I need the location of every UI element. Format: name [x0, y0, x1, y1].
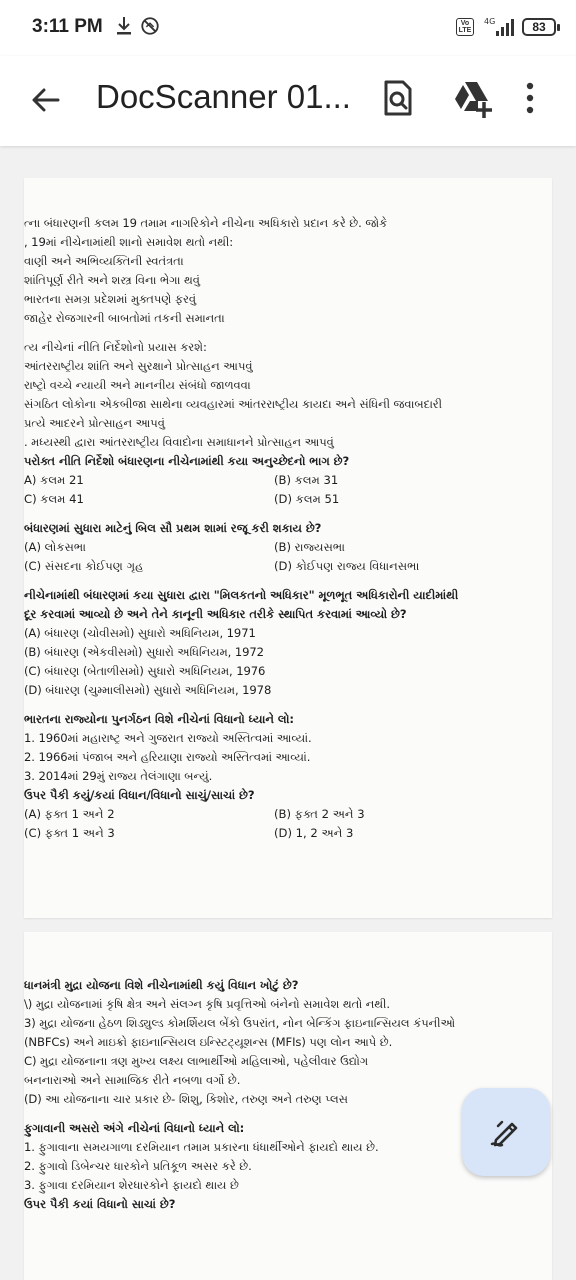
question-text: ધાનમંત્રી મુદ્રા યોજના વિશે નીચેનામાંથી … — [24, 978, 299, 992]
text-line: (NBFCs) અને માઇક્રો ફાઇનાન્સિયલ ઇન્સ્ટિટ… — [24, 1035, 393, 1049]
text-line: ભારતના સમગ્ર પ્રદેશમાં મુક્તપણે ફરવું — [24, 292, 197, 306]
question-text: બંધારણમાં સુધારા માટેનું બિલ સૌ પ્રથમ શા… — [24, 521, 322, 535]
google-drive-add-icon[interactable] — [450, 76, 494, 120]
question-text: પરોક્ત નીતિ નિર્દેશો બંધારણના નીચેનામાંથ… — [24, 454, 350, 468]
text-line: 1. 1960માં મહારાષ્ટ્ર અને ગુજરાત રાજ્યો … — [24, 731, 312, 745]
option: (A) લોકસભા — [24, 540, 87, 554]
option-row: A) કલમ 21 (B) કલમ 31 — [24, 471, 552, 490]
search-document-icon[interactable] — [376, 76, 420, 120]
option-row: (A) ફક્ત 1 અને 2 (B) ફક્ત 2 અને 3 — [24, 805, 552, 824]
text-line: 2. 1966માં પંજાબ અને હરિયાણા રાજ્યો અસ્ત… — [24, 750, 311, 764]
text-line: C) મુદ્રા યોજનાના ત્રણ મુખ્ય લક્ષ્ય લાભા… — [24, 1054, 369, 1068]
battery-indicator: 83 — [522, 18, 560, 36]
option-row: (C) સંસદના કોઈપણ ગૃહ (D) કોઈપણ રાજ્ય વિધ… — [24, 557, 552, 576]
text-line: પ્રત્યે આદરને પ્રોત્સાહન આપવું — [24, 416, 165, 430]
download-icon — [117, 17, 131, 35]
text-line: બનનારાઓ અને સામાજિક રીતે નબળા વર્ગો છે. — [24, 1073, 241, 1087]
option-row: (C) ફક્ત 1 અને 3 (D) 1, 2 અને 3 — [24, 824, 552, 843]
option: (C) ફક્ત 1 અને 3 — [24, 826, 115, 840]
document-title: DocScanner 01... — [96, 78, 351, 115]
text-line: . મધ્યસ્થી દ્વારા આંતરરાષ્ટ્રીય વિવાદોના… — [24, 435, 334, 449]
text-line: ત્ના બંધારણની કલમ 19 તમામ નાગરિકોને નીચે… — [24, 216, 388, 230]
text-line: સંગઠિત લોકોના એકબીજા સાથેના વ્યવહારમાં આ… — [24, 397, 443, 411]
text-line: જાહેર રોજગારની બાબતોમાં તકની સમાનતા — [24, 311, 225, 325]
option: (B) કલમ 31 — [274, 473, 339, 487]
question-text: નીચેનામાંથી બંધારણમાં કયા સુધારા દ્વારા … — [24, 588, 459, 602]
option: (B) રાજ્યસભા — [274, 540, 346, 554]
text-line: શાંતિપૂર્ણ રીતે અને શસ્ત્ર વિના ભેગા થવુ… — [24, 273, 200, 287]
dnd-off-icon — [141, 17, 159, 35]
edit-fab-button[interactable] — [462, 1088, 550, 1176]
option: C) કલમ 41 — [24, 492, 84, 506]
question-text: ઉપર પૈકી કયાં વિધાનો સાચાં છે? — [24, 1197, 176, 1211]
option: (B) ફક્ત 2 અને 3 — [274, 807, 365, 821]
option: (B) બંધારણ (એકવીસમો) સુધારો અધિનિયમ, 197… — [24, 645, 264, 659]
text-line: 3) મુદ્રા યોજના હેઠળ શિડ્યુલ્ડ કોમર્શિયલ… — [24, 1016, 456, 1030]
option: (D) કલમ 51 — [274, 492, 340, 506]
option: (A) બંધારણ (ચોવીસમો) સુધારો અધિનિયમ, 197… — [24, 626, 256, 640]
option: (D) કોઈપણ રાજ્ય વિધાનસભા — [274, 559, 420, 573]
option: (A) ફક્ત 1 અને 2 — [24, 807, 115, 821]
network-label: 4G — [484, 17, 495, 26]
more-vert-icon[interactable] — [518, 76, 542, 120]
edit-pen-icon — [490, 1120, 518, 1147]
question-text: દૂર કરવામાં આવ્યો છે અને તેને કાનૂની અધિ… — [24, 607, 407, 621]
option: A) કલમ 21 — [24, 473, 84, 487]
volte-icon: Vo LTE — [456, 18, 474, 36]
page-1-text: ત્ના બંધારણની કલમ 19 તમામ નાગરિકોને નીચે… — [24, 178, 552, 843]
text-line: આંતરરાષ્ટ્રીય શાંતિ અને સુરક્ષાને પ્રોત્… — [24, 359, 253, 373]
text-line: 3. 2014માં 29મું રાજ્ય તેલંગાણા બન્યું. — [24, 769, 213, 783]
text-line: ત્ય નીચેનાં નીતિ નિર્દેશોનો પ્રયાસ કરશે: — [24, 340, 207, 354]
option-row: C) કલમ 41 (D) કલમ 51 — [24, 490, 552, 509]
question-text: ભારતના રાજ્યોના પુનર્ગઠન વિશે નીચેનાં વિ… — [24, 712, 294, 726]
option: (C) બંધારણ (બેતાળીસમો) સુધારો અધિનિયમ, 1… — [24, 664, 266, 678]
text-line: રાષ્ટ્રો વચ્ચે ન્યાયી અને માનનીય સંબંધો … — [24, 378, 251, 392]
signal-icon: 4G — [484, 17, 514, 36]
status-time: 3:11 PM — [32, 16, 103, 37]
option: (D) 1, 2 અને 3 — [274, 826, 354, 840]
back-arrow-icon[interactable] — [26, 80, 66, 120]
text-line: 3. ફુગાવા દરમિયાન શેરધારકોને ફાયદો થાય છ… — [24, 1178, 239, 1192]
option-row: (A) લોકસભા (B) રાજ્યસભા — [24, 538, 552, 557]
status-bar: 3:11 PM Vo LTE 4G 83 — [0, 0, 576, 56]
question-text: ઉપર પૈકી કયું/કયાં વિધાન/વિધાનો સાચું/સા… — [24, 788, 255, 802]
text-line: \) મુદ્રા યોજનામાં કૃષિ ક્ષેત્ર અને સંલગ… — [24, 997, 390, 1011]
text-line: વાણી અને અભિવ્યક્તિની સ્વતંત્રતા — [24, 254, 184, 268]
option: (D) બંધારણ (ચુમ્માલીસમો) સુધારો અધિનિયમ,… — [24, 683, 272, 697]
app-bar: DocScanner 01... — [0, 56, 576, 146]
scanned-page-1[interactable]: ત્ના બંધારણની કલમ 19 તમામ નાગરિકોને નીચે… — [24, 178, 552, 918]
option: (C) સંસદના કોઈપણ ગૃહ — [24, 559, 144, 573]
text-line: , 19માં નીચેનામાંથી શાનો સમાવેશ થતો નથી: — [24, 235, 234, 249]
